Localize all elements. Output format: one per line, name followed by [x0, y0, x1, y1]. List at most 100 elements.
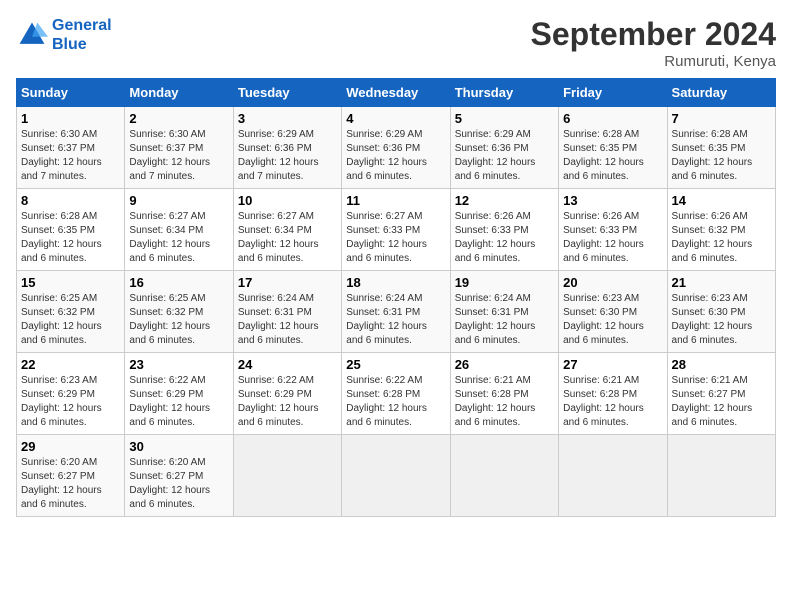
day-number: 10: [238, 193, 337, 208]
calendar-header-saturday: Saturday: [667, 79, 775, 107]
calendar-week-row: 1 Sunrise: 6:30 AM Sunset: 6:37 PM Dayli…: [17, 107, 776, 189]
day-number: 9: [129, 193, 228, 208]
calendar-cell: 25 Sunrise: 6:22 AM Sunset: 6:28 PM Dayl…: [342, 353, 450, 435]
day-info: Sunrise: 6:20 AM Sunset: 6:27 PM Dayligh…: [129, 456, 228, 512]
day-info: Sunrise: 6:27 AM Sunset: 6:33 PM Dayligh…: [346, 210, 445, 266]
calendar-cell: 8 Sunrise: 6:28 AM Sunset: 6:35 PM Dayli…: [17, 189, 125, 271]
calendar-cell: 18 Sunrise: 6:24 AM Sunset: 6:31 PM Dayl…: [342, 271, 450, 353]
day-number: 7: [672, 111, 771, 126]
logo-icon: [16, 19, 48, 51]
day-info: Sunrise: 6:25 AM Sunset: 6:32 PM Dayligh…: [129, 292, 228, 348]
day-info: Sunrise: 6:23 AM Sunset: 6:30 PM Dayligh…: [672, 292, 771, 348]
calendar-cell: 30 Sunrise: 6:20 AM Sunset: 6:27 PM Dayl…: [125, 435, 233, 517]
day-info: Sunrise: 6:29 AM Sunset: 6:36 PM Dayligh…: [346, 128, 445, 184]
calendar-header-wednesday: Wednesday: [342, 79, 450, 107]
day-number: 18: [346, 275, 445, 290]
calendar-cell: 10 Sunrise: 6:27 AM Sunset: 6:34 PM Dayl…: [233, 189, 341, 271]
day-info: Sunrise: 6:24 AM Sunset: 6:31 PM Dayligh…: [455, 292, 554, 348]
day-number: 23: [129, 357, 228, 372]
calendar-header-tuesday: Tuesday: [233, 79, 341, 107]
day-number: 19: [455, 275, 554, 290]
day-info: Sunrise: 6:20 AM Sunset: 6:27 PM Dayligh…: [21, 456, 120, 512]
calendar-cell: 13 Sunrise: 6:26 AM Sunset: 6:33 PM Dayl…: [559, 189, 667, 271]
calendar-cell: 19 Sunrise: 6:24 AM Sunset: 6:31 PM Dayl…: [450, 271, 558, 353]
page-header: General Blue September 2024 Rumuruti, Ke…: [16, 16, 776, 70]
calendar-week-row: 22 Sunrise: 6:23 AM Sunset: 6:29 PM Dayl…: [17, 353, 776, 435]
calendar-cell: 16 Sunrise: 6:25 AM Sunset: 6:32 PM Dayl…: [125, 271, 233, 353]
calendar-header-row: SundayMondayTuesdayWednesdayThursdayFrid…: [17, 79, 776, 107]
calendar-cell: 28 Sunrise: 6:21 AM Sunset: 6:27 PM Dayl…: [667, 353, 775, 435]
day-number: 13: [563, 193, 662, 208]
day-number: 22: [21, 357, 120, 372]
day-info: Sunrise: 6:29 AM Sunset: 6:36 PM Dayligh…: [238, 128, 337, 184]
calendar-cell: 21 Sunrise: 6:23 AM Sunset: 6:30 PM Dayl…: [667, 271, 775, 353]
calendar-body: 1 Sunrise: 6:30 AM Sunset: 6:37 PM Dayli…: [17, 107, 776, 517]
day-info: Sunrise: 6:27 AM Sunset: 6:34 PM Dayligh…: [129, 210, 228, 266]
day-info: Sunrise: 6:22 AM Sunset: 6:29 PM Dayligh…: [129, 374, 228, 430]
calendar-cell: 1 Sunrise: 6:30 AM Sunset: 6:37 PM Dayli…: [17, 107, 125, 189]
day-number: 2: [129, 111, 228, 126]
day-number: 20: [563, 275, 662, 290]
day-number: 4: [346, 111, 445, 126]
day-info: Sunrise: 6:28 AM Sunset: 6:35 PM Dayligh…: [563, 128, 662, 184]
calendar-cell: 27 Sunrise: 6:21 AM Sunset: 6:28 PM Dayl…: [559, 353, 667, 435]
day-info: Sunrise: 6:30 AM Sunset: 6:37 PM Dayligh…: [129, 128, 228, 184]
day-number: 3: [238, 111, 337, 126]
calendar-cell: 14 Sunrise: 6:26 AM Sunset: 6:32 PM Dayl…: [667, 189, 775, 271]
calendar-cell: 22 Sunrise: 6:23 AM Sunset: 6:29 PM Dayl…: [17, 353, 125, 435]
calendar-header-monday: Monday: [125, 79, 233, 107]
calendar-cell: [667, 435, 775, 517]
logo-text: General Blue: [52, 16, 112, 54]
calendar-cell: 2 Sunrise: 6:30 AM Sunset: 6:37 PM Dayli…: [125, 107, 233, 189]
day-info: Sunrise: 6:26 AM Sunset: 6:32 PM Dayligh…: [672, 210, 771, 266]
calendar-week-row: 29 Sunrise: 6:20 AM Sunset: 6:27 PM Dayl…: [17, 435, 776, 517]
day-info: Sunrise: 6:23 AM Sunset: 6:30 PM Dayligh…: [563, 292, 662, 348]
calendar-cell: 3 Sunrise: 6:29 AM Sunset: 6:36 PM Dayli…: [233, 107, 341, 189]
calendar-cell: 6 Sunrise: 6:28 AM Sunset: 6:35 PM Dayli…: [559, 107, 667, 189]
calendar-cell: 20 Sunrise: 6:23 AM Sunset: 6:30 PM Dayl…: [559, 271, 667, 353]
day-number: 11: [346, 193, 445, 208]
day-info: Sunrise: 6:26 AM Sunset: 6:33 PM Dayligh…: [455, 210, 554, 266]
day-number: 6: [563, 111, 662, 126]
day-number: 25: [346, 357, 445, 372]
day-number: 29: [21, 439, 120, 454]
day-number: 8: [21, 193, 120, 208]
calendar-cell: 29 Sunrise: 6:20 AM Sunset: 6:27 PM Dayl…: [17, 435, 125, 517]
day-info: Sunrise: 6:29 AM Sunset: 6:36 PM Dayligh…: [455, 128, 554, 184]
day-info: Sunrise: 6:22 AM Sunset: 6:28 PM Dayligh…: [346, 374, 445, 430]
day-info: Sunrise: 6:21 AM Sunset: 6:28 PM Dayligh…: [563, 374, 662, 430]
calendar-cell: [450, 435, 558, 517]
calendar-cell: [342, 435, 450, 517]
calendar-cell: 15 Sunrise: 6:25 AM Sunset: 6:32 PM Dayl…: [17, 271, 125, 353]
day-info: Sunrise: 6:27 AM Sunset: 6:34 PM Dayligh…: [238, 210, 337, 266]
calendar-week-row: 8 Sunrise: 6:28 AM Sunset: 6:35 PM Dayli…: [17, 189, 776, 271]
calendar-header-sunday: Sunday: [17, 79, 125, 107]
day-info: Sunrise: 6:23 AM Sunset: 6:29 PM Dayligh…: [21, 374, 120, 430]
location: Rumuruti, Kenya: [531, 53, 776, 70]
day-number: 30: [129, 439, 228, 454]
title-block: September 2024 Rumuruti, Kenya: [531, 16, 776, 70]
calendar-week-row: 15 Sunrise: 6:25 AM Sunset: 6:32 PM Dayl…: [17, 271, 776, 353]
day-number: 17: [238, 275, 337, 290]
day-number: 5: [455, 111, 554, 126]
day-number: 12: [455, 193, 554, 208]
day-info: Sunrise: 6:25 AM Sunset: 6:32 PM Dayligh…: [21, 292, 120, 348]
calendar-cell: [233, 435, 341, 517]
day-number: 15: [21, 275, 120, 290]
day-number: 21: [672, 275, 771, 290]
calendar-cell: 26 Sunrise: 6:21 AM Sunset: 6:28 PM Dayl…: [450, 353, 558, 435]
day-info: Sunrise: 6:30 AM Sunset: 6:37 PM Dayligh…: [21, 128, 120, 184]
calendar-header-friday: Friday: [559, 79, 667, 107]
day-number: 24: [238, 357, 337, 372]
calendar-cell: 7 Sunrise: 6:28 AM Sunset: 6:35 PM Dayli…: [667, 107, 775, 189]
calendar-cell: 12 Sunrise: 6:26 AM Sunset: 6:33 PM Dayl…: [450, 189, 558, 271]
day-info: Sunrise: 6:24 AM Sunset: 6:31 PM Dayligh…: [238, 292, 337, 348]
calendar-header-thursday: Thursday: [450, 79, 558, 107]
calendar-table: SundayMondayTuesdayWednesdayThursdayFrid…: [16, 78, 776, 517]
day-info: Sunrise: 6:22 AM Sunset: 6:29 PM Dayligh…: [238, 374, 337, 430]
month-title: September 2024: [531, 16, 776, 53]
calendar-cell: 5 Sunrise: 6:29 AM Sunset: 6:36 PM Dayli…: [450, 107, 558, 189]
day-info: Sunrise: 6:24 AM Sunset: 6:31 PM Dayligh…: [346, 292, 445, 348]
calendar-cell: 24 Sunrise: 6:22 AM Sunset: 6:29 PM Dayl…: [233, 353, 341, 435]
day-info: Sunrise: 6:26 AM Sunset: 6:33 PM Dayligh…: [563, 210, 662, 266]
